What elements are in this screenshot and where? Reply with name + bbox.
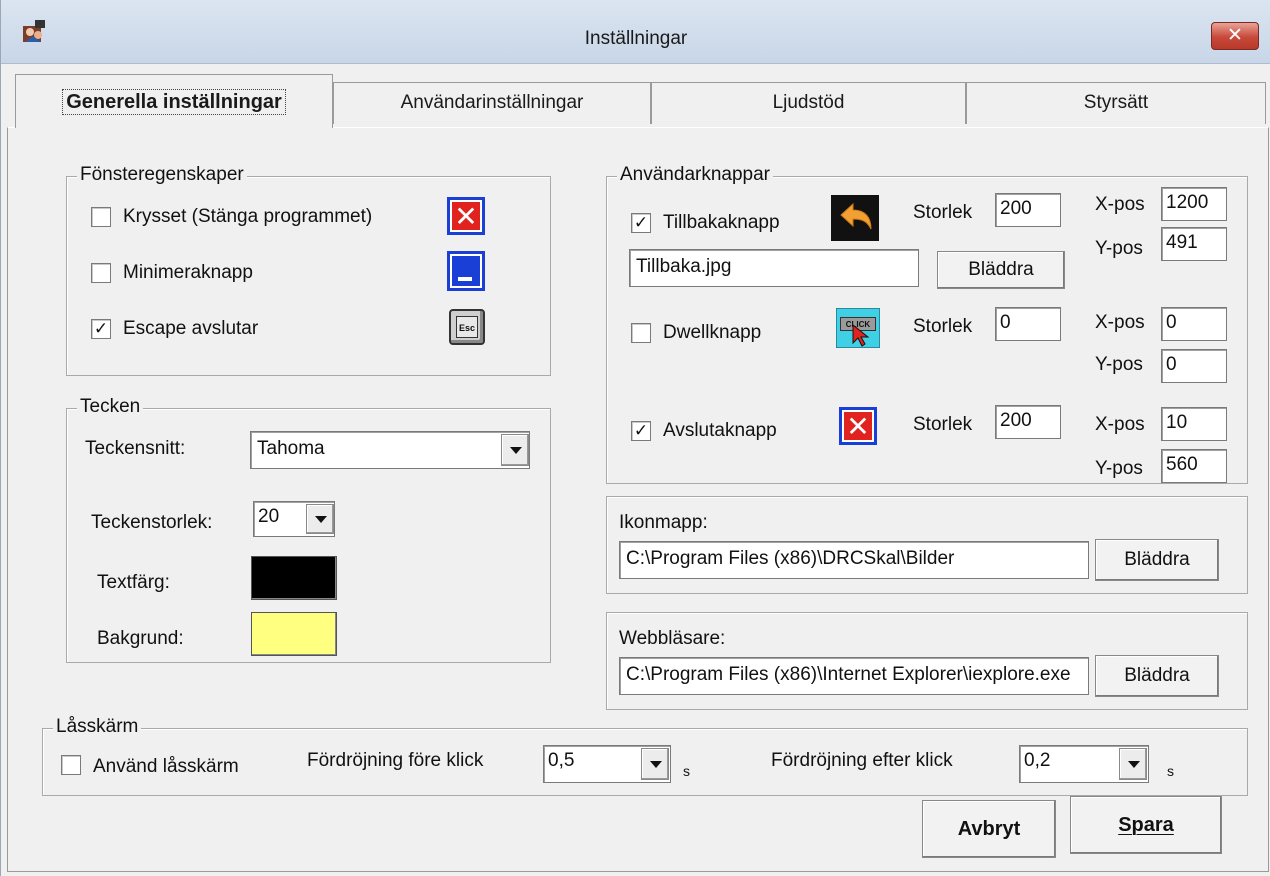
font-family-label: Teckensnitt: — [85, 438, 186, 459]
user-buttons-group: Användarknappar ✓ Tillbakaknapp Storlek … — [606, 164, 1248, 484]
icon-folder-group: Ikonmapp: C:\Program Files (x86)\DRCSkal… — [606, 496, 1248, 594]
close-x-icon: ✕ — [447, 197, 485, 235]
exit-x-input[interactable]: 10 — [1161, 407, 1227, 441]
dwell-button-checkbox[interactable] — [631, 323, 651, 343]
delay-after-unit: s — [1167, 763, 1174, 779]
dwell-click-icon: CLICK — [836, 308, 880, 348]
lock-screen-group: Låsskärm Använd låsskärm Fördröjning för… — [42, 716, 1248, 796]
dwell-x-input[interactable]: 0 — [1161, 307, 1227, 341]
tab-label: Generella inställningar — [62, 89, 286, 115]
tab-control-method[interactable]: Styrsätt — [966, 82, 1266, 124]
settings-window: Inställningar ✕ Generella inställningar … — [0, 0, 1270, 876]
tab-strip: Generella inställningar Användarinställn… — [1, 72, 1270, 128]
back-y-input[interactable]: 491 — [1161, 227, 1227, 261]
dwell-y-input[interactable]: 0 — [1161, 349, 1227, 383]
back-arrow-icon — [831, 195, 879, 241]
back-x-label: X-pos — [1095, 194, 1145, 215]
text-color-label: Textfärg: — [97, 572, 170, 593]
tab-sound-support[interactable]: Ljudstöd — [651, 82, 966, 124]
icon-folder-label: Ikonmapp: — [619, 512, 708, 533]
esc-key-icon: Esc — [449, 309, 485, 345]
group-title: Fönsteregenskaper — [77, 164, 247, 186]
dwell-size-input[interactable]: 0 — [995, 307, 1061, 341]
tab-label: Ljudstöd — [772, 92, 845, 113]
tab-content: Fönsteregenskaper Krysset (Stänga progra… — [7, 127, 1269, 872]
window-properties-group: Fönsteregenskaper Krysset (Stänga progra… — [66, 164, 551, 376]
background-color-swatch[interactable] — [251, 612, 337, 656]
escape-exits-checkbox[interactable]: ✓ — [91, 319, 111, 339]
font-group: Tecken Teckensnitt: Tahoma Teckenstorlek… — [66, 396, 551, 663]
browser-browse-button[interactable]: Bläddra — [1095, 655, 1219, 697]
delay-after-label: Fördröjning efter klick — [771, 750, 953, 771]
dwell-button-label: Dwellknapp — [663, 322, 762, 343]
window-close-button[interactable]: ✕ — [1211, 22, 1259, 50]
minimize-button-checkbox[interactable] — [91, 263, 111, 283]
browser-group: Webbläsare: C:\Program Files (x86)\Inter… — [606, 612, 1248, 710]
font-family-select[interactable]: Tahoma — [250, 431, 530, 469]
chevron-down-icon[interactable] — [501, 434, 529, 466]
tab-label: Styrsätt — [1083, 92, 1149, 113]
cancel-button[interactable]: Avbryt — [922, 800, 1056, 858]
exit-size-label: Storlek — [913, 414, 973, 435]
back-size-input[interactable]: 200 — [995, 193, 1061, 227]
back-image-file-input[interactable]: Tillbaka.jpg — [629, 249, 919, 287]
back-x-input[interactable]: 1200 — [1161, 187, 1227, 221]
tab-label: Användarinställningar — [400, 92, 584, 113]
save-button[interactable]: Spara — [1070, 796, 1222, 854]
browser-label: Webbläsare: — [619, 628, 726, 649]
back-browse-button[interactable]: Bläddra — [937, 251, 1065, 289]
chevron-down-icon[interactable] — [1119, 748, 1147, 780]
exit-x-label: X-pos — [1095, 414, 1145, 435]
icon-folder-browse-button[interactable]: Bläddra — [1095, 539, 1219, 581]
dwell-size-label: Storlek — [913, 316, 973, 337]
back-y-label: Y-pos — [1095, 238, 1143, 259]
group-title: Användarknappar — [617, 164, 773, 186]
close-button-label: Krysset (Stänga programmet) — [123, 206, 373, 227]
exit-button-label: Avslutaknapp — [663, 420, 777, 441]
close-button-checkbox[interactable] — [91, 207, 111, 227]
group-title: Tecken — [77, 396, 144, 418]
minimize-icon — [447, 251, 485, 291]
back-button-label: Tillbakaknapp — [663, 212, 780, 233]
chevron-down-icon[interactable] — [641, 748, 669, 780]
browser-path-input[interactable]: C:\Program Files (x86)\Internet Explorer… — [619, 657, 1089, 695]
window-title: Inställningar — [584, 28, 688, 49]
exit-size-input[interactable]: 200 — [995, 405, 1061, 439]
background-label: Bakgrund: — [97, 628, 184, 649]
delay-before-label: Fördröjning före klick — [307, 750, 484, 771]
use-lock-screen-label: Använd låsskärm — [93, 756, 239, 777]
back-size-label: Storlek — [913, 202, 973, 223]
icon-folder-input[interactable]: C:\Program Files (x86)\DRCSkal\Bilder — [619, 541, 1089, 579]
exit-y-input[interactable]: 560 — [1161, 449, 1227, 483]
use-lock-screen-checkbox[interactable] — [61, 755, 81, 775]
delay-before-unit: s — [683, 763, 690, 779]
exit-button-checkbox[interactable]: ✓ — [631, 421, 651, 441]
back-button-checkbox[interactable]: ✓ — [631, 213, 651, 233]
font-size-label: Teckenstorlek: — [91, 512, 213, 533]
dwell-x-label: X-pos — [1095, 312, 1145, 333]
title-bar: Inställningar ✕ — [1, 0, 1270, 64]
tab-user-settings[interactable]: Användarinställningar — [333, 82, 651, 124]
escape-exits-label: Escape avslutar — [123, 318, 259, 339]
exit-y-label: Y-pos — [1095, 458, 1143, 479]
chevron-down-icon[interactable] — [306, 504, 334, 534]
close-x-icon: ✕ — [839, 407, 877, 445]
group-title: Låsskärm — [53, 716, 142, 738]
minimize-button-label: Minimeraknapp — [123, 262, 253, 283]
tab-general-settings[interactable]: Generella inställningar — [15, 74, 333, 128]
text-color-swatch[interactable] — [251, 556, 337, 600]
dwell-y-label: Y-pos — [1095, 354, 1143, 375]
